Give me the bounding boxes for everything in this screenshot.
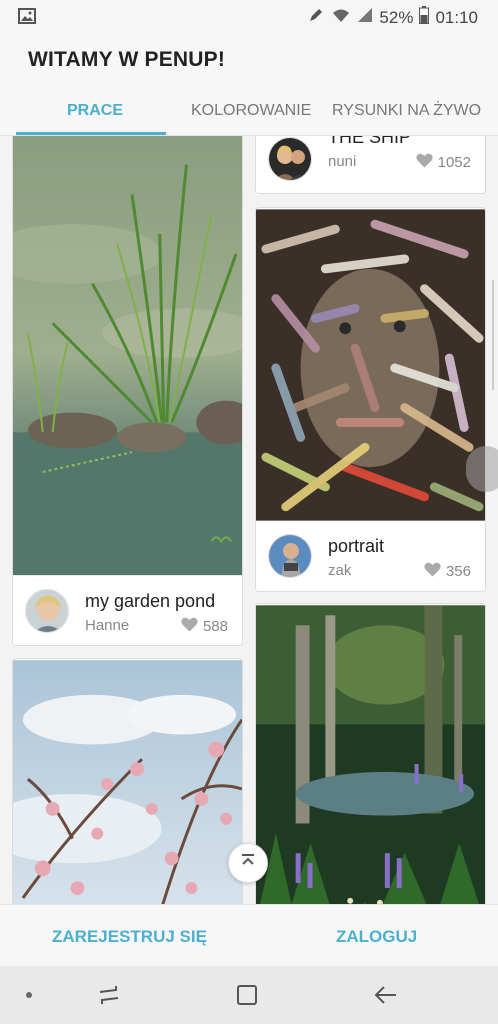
tab-prace[interactable]: PRACE — [67, 102, 123, 120]
artwork-card[interactable]: my garden pond Hanne 588 — [12, 136, 243, 646]
artwork-meta: THE SHIP nuni 1052 — [256, 136, 485, 193]
artwork-image[interactable] — [256, 604, 485, 904]
artwork-card[interactable] — [12, 658, 243, 904]
like-count[interactable]: 1052 — [415, 153, 471, 172]
recents-icon[interactable] — [98, 984, 120, 1011]
edge-panel-handle[interactable] — [466, 446, 498, 492]
avatar[interactable] — [268, 137, 312, 181]
avatar[interactable] — [268, 534, 312, 578]
auth-action-bar: ZAREJESTRUJ SIĘ ZALOGUJ — [0, 904, 498, 966]
like-count-value: 1052 — [437, 154, 471, 171]
like-count-value: 356 — [445, 563, 471, 580]
clock: 01:10 — [435, 7, 478, 27]
battery-icon — [419, 6, 430, 29]
artwork-author[interactable]: Hanne — [85, 617, 129, 634]
scroll-to-top-button[interactable] — [228, 843, 268, 883]
status-bar: 52% 01:10 — [0, 0, 498, 34]
back-icon[interactable] — [374, 984, 398, 1011]
login-button[interactable]: ZALOGUJ — [336, 927, 417, 947]
signal-icon — [357, 7, 373, 28]
app-bar: WITAMY W PENUP! — [0, 34, 498, 100]
home-icon[interactable] — [236, 984, 258, 1011]
scroll-edge — [492, 280, 498, 390]
chevron-up-icon — [240, 853, 256, 874]
system-nav-bar — [0, 966, 498, 1024]
page-title: WITAMY W PENUP! — [28, 48, 226, 71]
register-button[interactable]: ZAREJESTRUJ SIĘ — [52, 927, 207, 947]
artwork-meta: portrait zak 356 — [256, 522, 485, 591]
artwork-image[interactable] — [13, 659, 242, 904]
artwork-title[interactable]: portrait — [328, 536, 384, 557]
tab-bar: PRACE KOLOROWANIE RYSUNKI NA ŻYWO — [0, 92, 498, 136]
battery-percent: 52% — [379, 7, 414, 27]
tab-indicator — [16, 132, 166, 135]
artwork-title[interactable]: THE SHIP — [328, 136, 411, 148]
artwork-feed[interactable]: my garden pond Hanne 588 THE SHIP nuni 1… — [0, 136, 498, 904]
avatar[interactable] — [25, 589, 69, 633]
heart-icon — [181, 617, 198, 636]
artwork-image[interactable] — [13, 136, 242, 577]
artwork-meta: my garden pond Hanne 588 — [13, 577, 242, 645]
wifi-icon — [331, 7, 351, 28]
like-count[interactable]: 356 — [424, 562, 471, 581]
heart-icon — [424, 562, 441, 581]
pen-icon — [307, 6, 325, 29]
gallery-notification-icon — [18, 8, 36, 29]
artwork-author[interactable]: nuni — [328, 153, 356, 170]
nav-dot-icon — [26, 992, 32, 998]
tab-kolorowanie[interactable]: KOLOROWANIE — [191, 102, 311, 120]
like-count-value: 588 — [202, 618, 228, 635]
heart-icon — [415, 153, 433, 172]
tab-rysunki-na-zywo[interactable]: RYSUNKI NA ŻYWO — [332, 102, 481, 120]
artwork-card[interactable]: portrait zak 356 — [255, 207, 486, 592]
artwork-author[interactable]: zak — [328, 562, 351, 579]
artwork-image[interactable] — [256, 208, 485, 522]
like-count[interactable]: 588 — [181, 617, 228, 636]
artwork-card[interactable]: THE SHIP nuni 1052 — [255, 136, 486, 194]
artwork-title[interactable]: my garden pond — [85, 591, 215, 612]
artwork-card[interactable] — [255, 603, 486, 904]
